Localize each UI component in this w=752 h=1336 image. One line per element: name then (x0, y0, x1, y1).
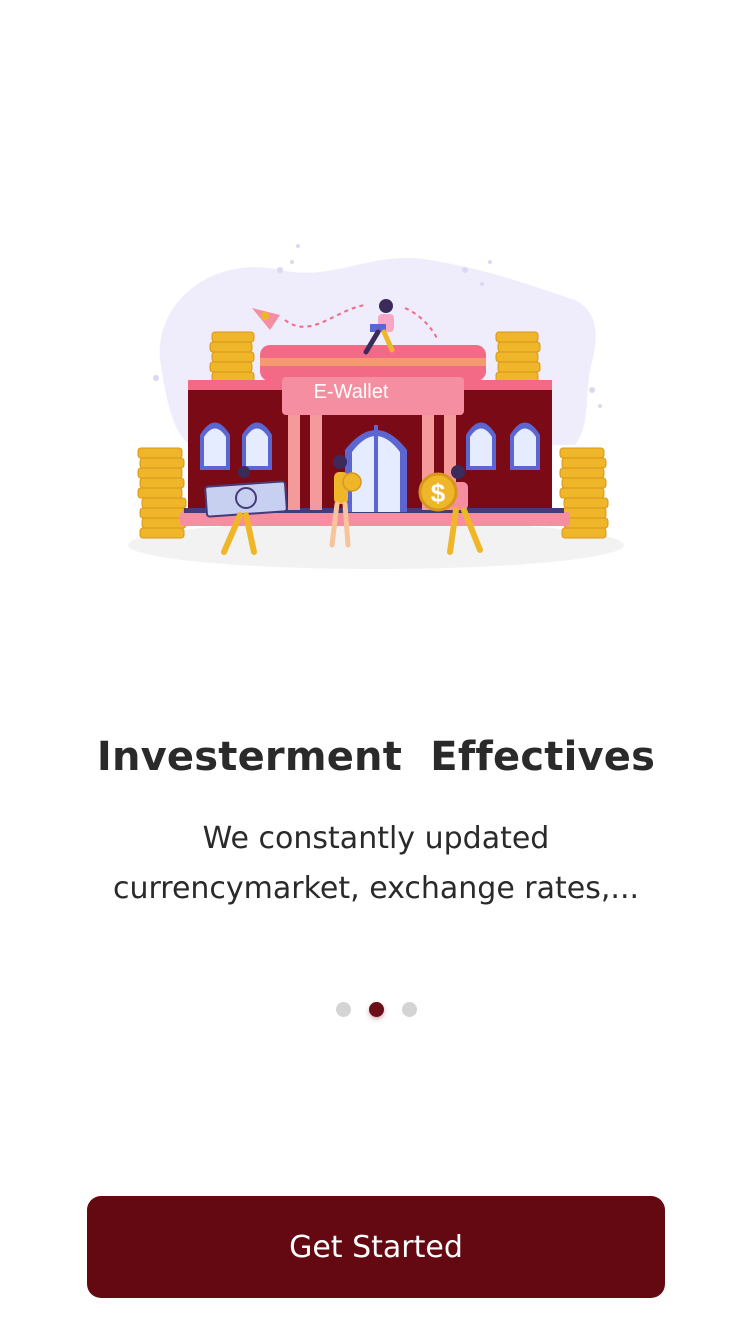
e-wallet-bank-illustration: E-Wallet $ (128, 244, 624, 569)
page-indicator (0, 999, 752, 1019)
get-started-button[interactable]: Get Started (87, 1196, 665, 1298)
page-dot-1[interactable] (335, 1002, 351, 1017)
banknote (204, 480, 288, 518)
onboarding-description: We constantly updated currencymarket, ex… (112, 821, 640, 906)
onboarding-title: Investerment Effectives (96, 734, 656, 780)
e-wallet-sign-text: E-Wallet (314, 381, 389, 403)
dollar-coin-icon: $ (418, 472, 458, 512)
page-dot-2-active[interactable] (368, 1002, 384, 1017)
dollar-sign: $ (431, 478, 446, 508)
page-dot-3[interactable] (401, 1002, 417, 1017)
